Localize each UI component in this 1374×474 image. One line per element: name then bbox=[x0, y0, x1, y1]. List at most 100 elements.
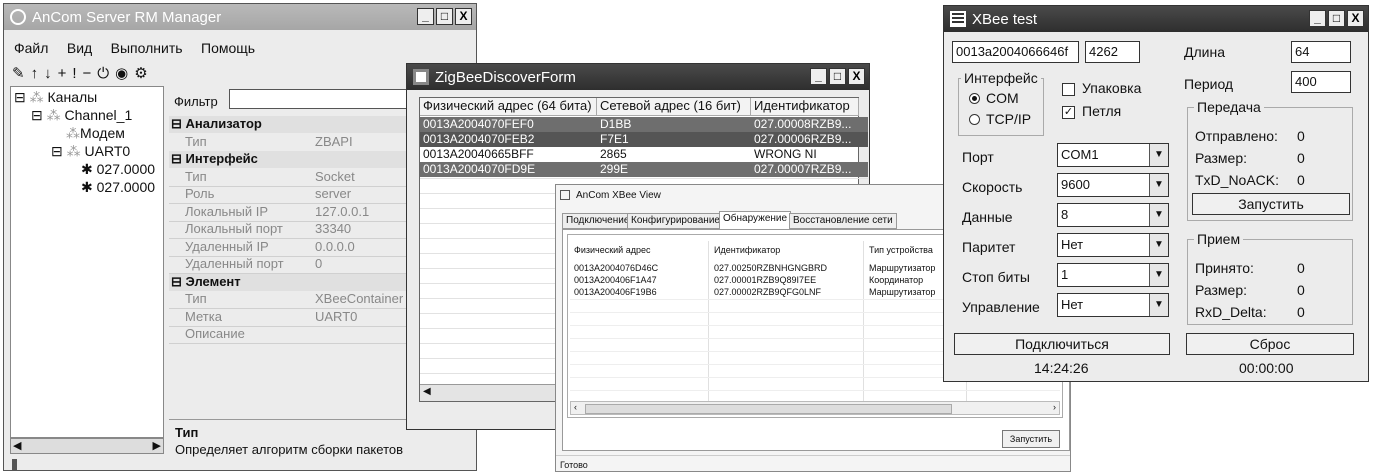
close-button[interactable]: X bbox=[1347, 10, 1364, 27]
tree-hscrollbar[interactable]: ◀ ▶ bbox=[10, 438, 164, 454]
reset-button[interactable]: Сброс bbox=[1186, 333, 1354, 355]
menu-file[interactable]: Файл bbox=[14, 40, 48, 56]
minimize-button[interactable]: _ bbox=[810, 68, 827, 85]
column-header-id[interactable]: Идентификатор bbox=[714, 245, 780, 255]
tree-item-modem[interactable]: ⁂Модем bbox=[66, 125, 125, 142]
close-button[interactable]: X bbox=[848, 68, 865, 85]
property-row[interactable]: Роль server bbox=[169, 186, 419, 203]
chevron-down-icon[interactable]: ▼ bbox=[1149, 204, 1168, 226]
tcpip-radio[interactable] bbox=[969, 114, 980, 125]
tree-item-channels[interactable]: ⊟ ⁂ Каналы bbox=[14, 89, 97, 106]
property-row[interactable]: Локальный порт 33340 bbox=[169, 221, 419, 238]
scroll-right-icon[interactable]: ▶ bbox=[153, 439, 161, 452]
record-icon[interactable]: ◉ bbox=[115, 65, 134, 82]
scroll-thumb[interactable] bbox=[585, 404, 952, 414]
table-row[interactable]: 0013A2004070FEB2 F7E1 027.00006RZB9... bbox=[420, 132, 868, 147]
arrow-down-icon[interactable]: ↓ bbox=[44, 65, 58, 82]
list-cell[interactable]: 027.00250RZBNHGNGBRD bbox=[714, 263, 827, 273]
tab-network-recovery[interactable]: Восстановление сети bbox=[789, 213, 897, 229]
tab-configuration[interactable]: Конфигурирование bbox=[627, 213, 724, 229]
property-category[interactable]: ⊟ Элемент bbox=[169, 273, 419, 291]
column-header-type[interactable]: Тип устройства bbox=[869, 245, 933, 255]
discovery-run-button[interactable]: Запустить bbox=[1002, 430, 1060, 448]
minimize-button[interactable]: _ bbox=[1309, 10, 1326, 27]
scroll-right-icon[interactable]: › bbox=[1053, 402, 1056, 412]
port-select[interactable]: COM1 ▼ bbox=[1057, 143, 1169, 167]
scroll-left-icon[interactable]: ◀ bbox=[423, 386, 431, 397]
data-bits-select[interactable]: 8 ▼ bbox=[1057, 203, 1169, 227]
list-cell[interactable]: 027.00002RZB9QFG0LNF bbox=[714, 287, 821, 297]
list-cell[interactable]: 0013A200406F19B6 bbox=[574, 287, 657, 297]
com-radio[interactable] bbox=[969, 93, 980, 104]
table-row[interactable]: 0013A20040665BFF 2865 WRONG NI bbox=[420, 147, 868, 162]
gear-icon[interactable]: ⚙ bbox=[134, 65, 153, 82]
column-header-net[interactable]: Сетевой адрес (16 бит) bbox=[597, 98, 751, 116]
speed-select[interactable]: 9600 ▼ bbox=[1057, 173, 1169, 197]
maximize-button[interactable]: □ bbox=[1328, 10, 1345, 27]
parity-select[interactable]: Нет ▼ bbox=[1057, 233, 1169, 257]
list-hscrollbar[interactable]: ‹ › bbox=[570, 401, 1060, 415]
chevron-down-icon[interactable]: ▼ bbox=[1149, 294, 1168, 316]
net-address-input[interactable]: 4262 bbox=[1085, 41, 1140, 63]
table-row[interactable]: 0013A2004070FD9E 299E 027.00007RZB9... bbox=[420, 162, 868, 177]
chevron-down-icon[interactable]: ▼ bbox=[1149, 234, 1168, 256]
table-row[interactable]: 0013A2004070FEF0 D1BB 027.00008RZB9... bbox=[420, 117, 868, 132]
list-cell[interactable]: Координатор bbox=[869, 275, 923, 285]
property-row[interactable]: Тип Socket bbox=[169, 169, 419, 186]
tab-discovery[interactable]: Обнаружение bbox=[719, 211, 792, 230]
address-input[interactable]: 0013a2004066646f bbox=[952, 41, 1079, 63]
tab-connection[interactable]: Подключение bbox=[562, 213, 634, 229]
chevron-down-icon[interactable]: ▼ bbox=[1149, 144, 1168, 166]
stop-bits-select[interactable]: 1 ▼ bbox=[1057, 263, 1169, 287]
power-icon[interactable]: ⏻ bbox=[97, 65, 115, 82]
property-row[interactable]: Локальный IP 127.0.0.1 bbox=[169, 204, 419, 221]
chevron-down-icon[interactable]: ▼ bbox=[1149, 264, 1168, 286]
property-row[interactable]: Удаленный порт 0 bbox=[169, 256, 419, 273]
column-header-phys[interactable]: Физический адрес bbox=[574, 245, 650, 255]
close-button[interactable]: X bbox=[455, 8, 472, 25]
tree-item-channel1[interactable]: ⊟ ⁂ Channel_1 bbox=[31, 107, 132, 124]
loop-checkbox[interactable]: ✓ bbox=[1062, 106, 1075, 119]
tree-item-device-1[interactable]: ✱ 027.0000 bbox=[81, 161, 155, 178]
resize-grip[interactable] bbox=[12, 459, 17, 470]
tree-item-device-2[interactable]: ✱ 027.0000 bbox=[81, 179, 155, 196]
period-input[interactable]: 400 bbox=[1291, 71, 1351, 93]
property-row[interactable]: Тип XBeeContainer bbox=[169, 291, 419, 308]
property-row[interactable]: Тип ZBAPI bbox=[169, 134, 419, 151]
property-category[interactable]: ⊟ Анализатор bbox=[169, 116, 419, 133]
flow-control-select[interactable]: Нет ▼ bbox=[1057, 293, 1169, 317]
property-row[interactable]: Описание bbox=[169, 326, 419, 343]
column-header-id[interactable]: Идентификатор bbox=[751, 98, 859, 116]
column-header-phys[interactable]: Физический адрес (64 бита) bbox=[420, 98, 597, 116]
property-row[interactable]: Метка UART0 bbox=[169, 309, 419, 326]
list-cell[interactable]: Маршрутизатор bbox=[869, 263, 935, 273]
rm-title-bar[interactable]: AnCom Server RM Manager _ □ X bbox=[4, 4, 476, 30]
maximize-button[interactable]: □ bbox=[829, 68, 846, 85]
pack-checkbox[interactable] bbox=[1062, 83, 1075, 96]
scroll-left-icon[interactable]: ‹ bbox=[574, 402, 577, 412]
channel-tree[interactable]: ⊟ ⁂ Каналы ⊟ ⁂ Channel_1 ⁂Модем ⊟ ⁂ UART… bbox=[10, 86, 164, 438]
length-input[interactable]: 64 bbox=[1291, 41, 1351, 63]
arrow-up-icon[interactable]: ↑ bbox=[31, 65, 45, 82]
chevron-down-icon[interactable]: ▼ bbox=[1149, 174, 1168, 196]
tree-item-uart0[interactable]: ⊟ ⁂ UART0 bbox=[51, 143, 130, 160]
menu-run[interactable]: Выполнить bbox=[111, 40, 183, 56]
xtest-title-bar[interactable]: XBee test _ □ X bbox=[944, 6, 1368, 32]
list-cell[interactable]: 0013A2004076D46C bbox=[574, 263, 658, 273]
transmit-start-button[interactable]: Запустить bbox=[1192, 193, 1350, 215]
menu-view[interactable]: Вид bbox=[67, 40, 92, 56]
minus-icon[interactable]: − bbox=[83, 65, 98, 82]
exclamation-icon[interactable]: ! bbox=[72, 65, 82, 82]
minimize-button[interactable]: _ bbox=[417, 8, 434, 25]
edit-icon[interactable]: ✎ bbox=[12, 65, 31, 82]
scroll-left-icon[interactable]: ◀ bbox=[13, 439, 21, 452]
property-row[interactable]: Удаленный IP 0.0.0.0 bbox=[169, 239, 419, 256]
menu-help[interactable]: Помощь bbox=[201, 40, 255, 56]
connect-button[interactable]: Подключиться bbox=[954, 333, 1170, 355]
add-icon[interactable]: + bbox=[58, 65, 73, 82]
maximize-button[interactable]: □ bbox=[436, 8, 453, 25]
list-cell[interactable]: 0013A200406F1A47 bbox=[574, 275, 657, 285]
zigbee-title-bar[interactable]: ZigBeeDiscoverForm _ □ X bbox=[407, 64, 869, 90]
property-category[interactable]: ⊟ Интерфейс bbox=[169, 151, 419, 168]
list-cell[interactable]: Маршрутизатор bbox=[869, 287, 935, 297]
